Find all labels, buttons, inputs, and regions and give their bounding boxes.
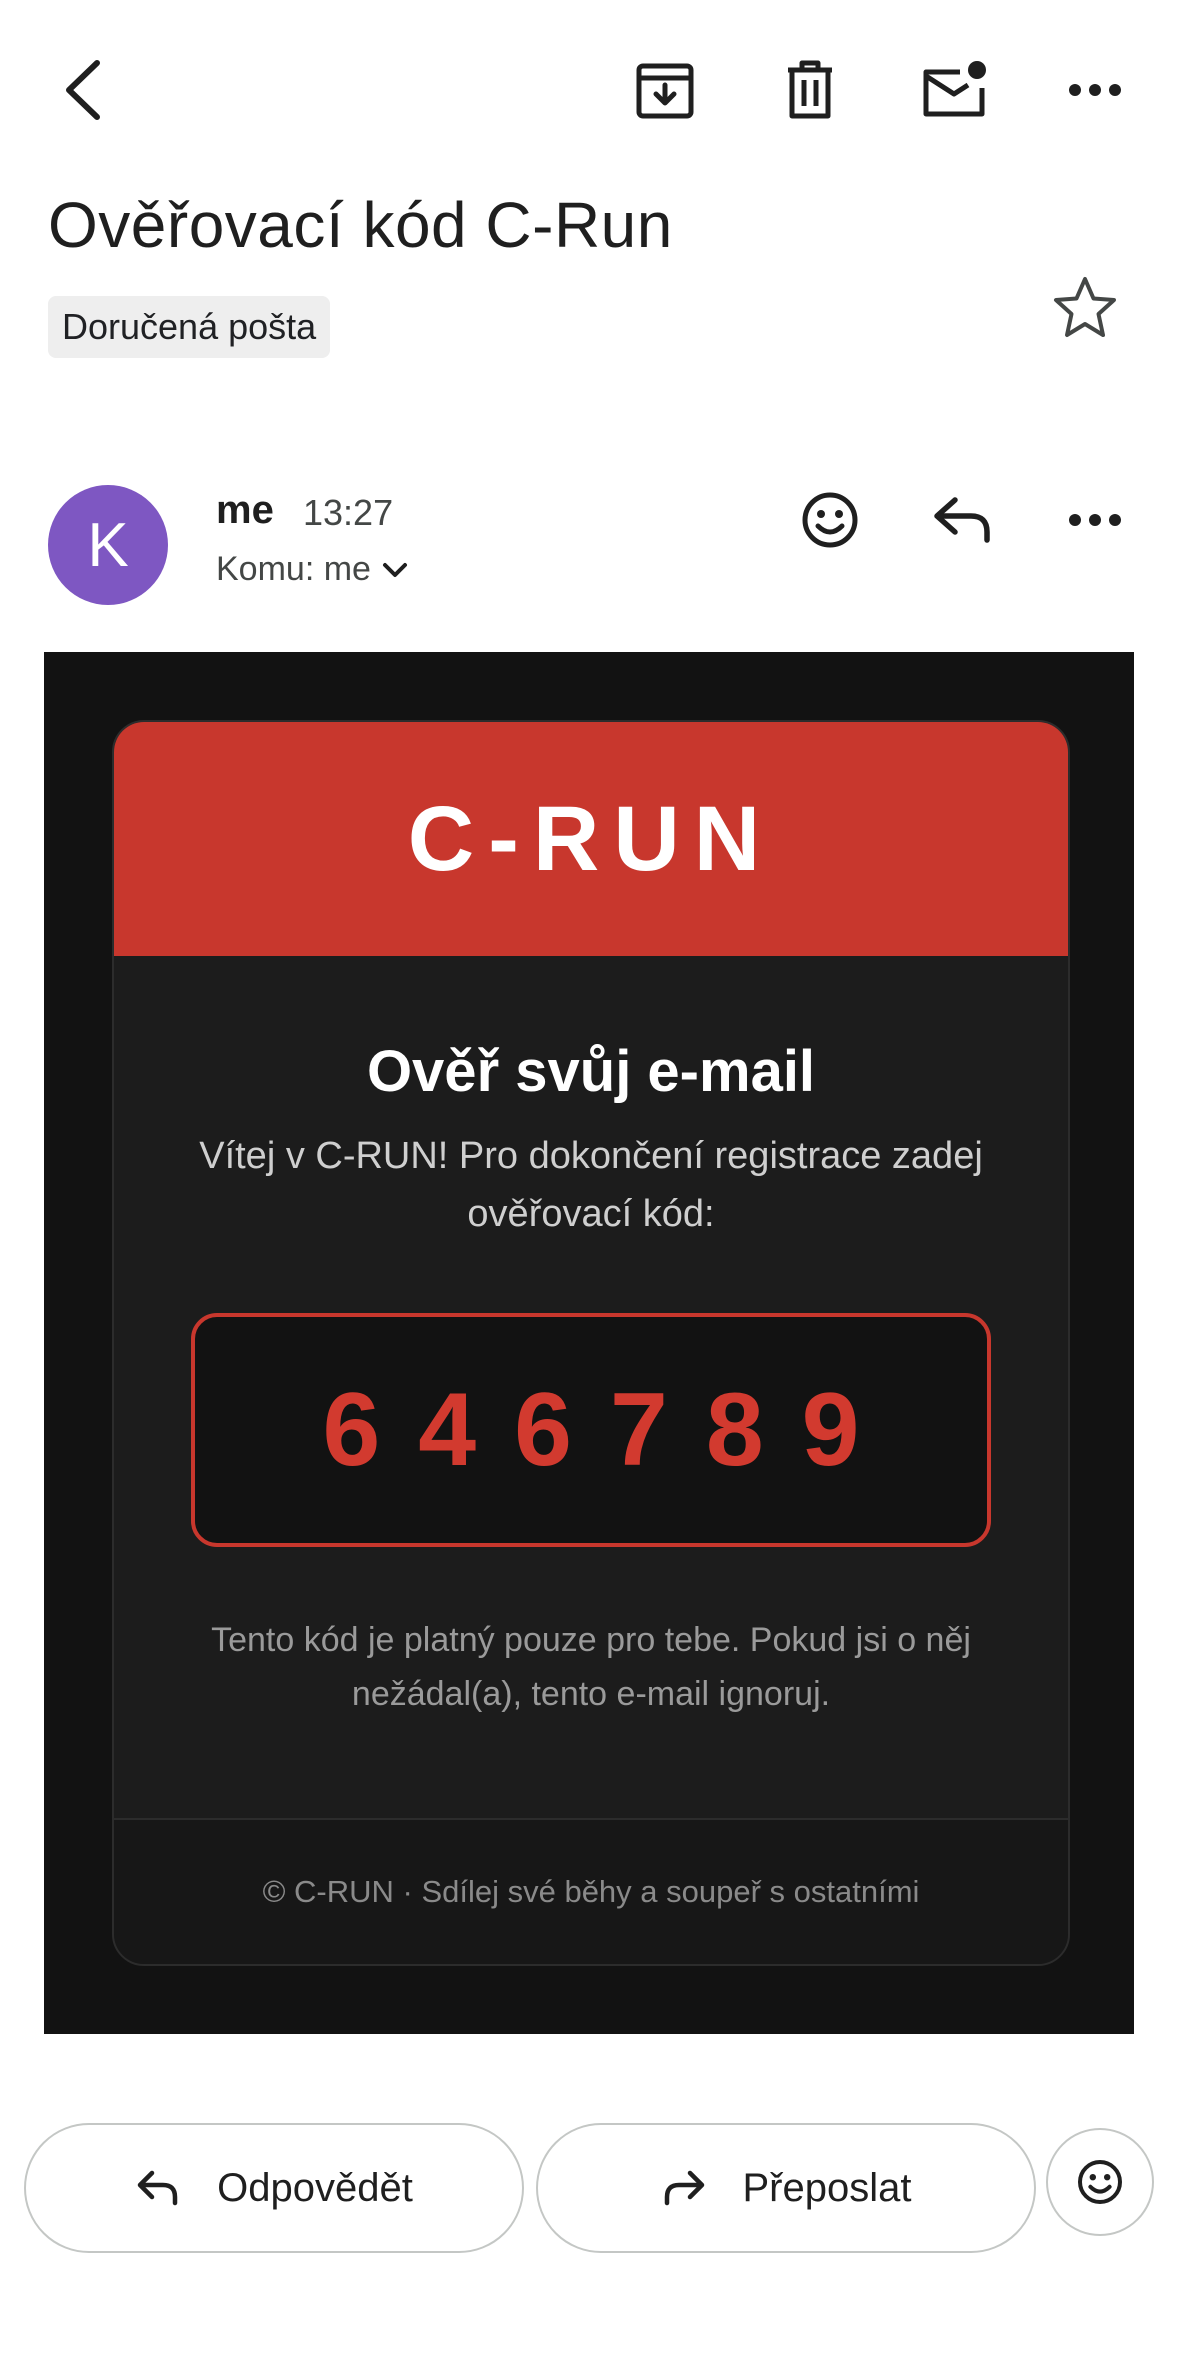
emoji-reaction-icon [802,492,858,548]
emoji-reaction-icon [1078,2160,1122,2204]
card-note: Tento kód je platný pouze pro tebe. Poku… [211,1621,971,1713]
mark-unread-button[interactable] [905,45,1005,135]
reply-button[interactable] [918,475,1008,565]
chevron-down-icon [382,562,407,577]
forward-action-label: Přeposlat [742,2165,912,2210]
star-outline-icon [1054,277,1116,337]
forward-action-button[interactable]: Přeposlat [536,2123,1036,2253]
sender-name: me [216,488,274,532]
delete-button[interactable] [765,45,855,135]
reply-icon [934,497,990,543]
card-title: Ověř svůj e-mail [366,1039,816,1104]
star-button[interactable] [1040,262,1130,352]
more-options-button[interactable] [1050,45,1140,135]
sender-avatar[interactable]: K [48,485,168,605]
forward-icon [664,2170,704,2206]
recipient-details[interactable]: Komu: me [216,550,409,589]
add-reaction-button[interactable] [785,475,875,565]
top-app-bar [0,0,1179,170]
emoji-reaction-button[interactable] [1046,2128,1154,2236]
verification-code-box: 646789 [191,1313,991,1547]
card-intro: Vítej v C-RUN! Pro dokončení registrace … [199,1135,983,1235]
sent-time: 13:27 [303,492,394,533]
verification-card: C-RUN Ověř svůj e-mail Vítej v C-RUN! Pr… [112,720,1070,1966]
card-header: C-RUN [114,722,1068,956]
more-options-icon [1069,514,1121,526]
back-button[interactable] [40,45,130,135]
archive-button[interactable] [620,45,710,135]
trash-icon [788,60,832,119]
reply-action-button[interactable]: Odpovědět [24,2123,524,2253]
reply-action-label: Odpovědět [217,2165,413,2210]
message-more-button[interactable] [1050,475,1140,565]
email-subject: Ověřovací kód C-Run [48,189,673,261]
recipient-text: Komu: me [216,550,371,588]
email-body: C-RUN Ověř svůj e-mail Vítej v C-RUN! Pr… [44,652,1134,2034]
mark-unread-icon [923,61,986,117]
reply-icon [137,2170,178,2206]
brand-logo: C-RUN [407,787,775,890]
card-footer: © C-RUN · Sdílej své běhy a soupeř s ost… [114,1818,1068,1964]
more-options-icon [1069,84,1121,96]
verification-code: 646789 [322,1371,898,1488]
archive-icon [636,63,694,119]
back-arrow-icon [66,60,100,120]
inbox-label-chip[interactable]: Doručená pošta [48,296,331,358]
